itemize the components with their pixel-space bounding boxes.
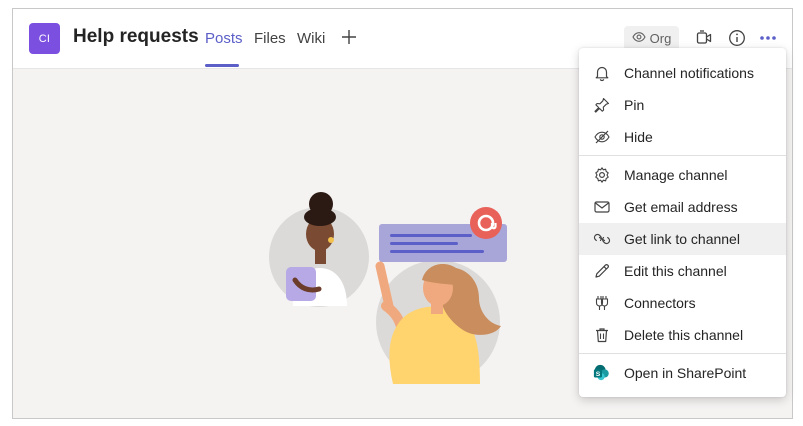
menu-item-open-in-sharepoint[interactable]: S Open in SharePoint <box>579 357 786 389</box>
pin-icon <box>593 96 611 114</box>
menu-item-hide[interactable]: Hide <box>579 121 786 153</box>
menu-item-get-email-address[interactable]: Get email address <box>579 191 786 223</box>
svg-text:S: S <box>596 371 601 378</box>
video-call-icon[interactable] <box>694 28 714 48</box>
link-icon <box>593 230 611 248</box>
menu-item-label: Connectors <box>624 295 696 311</box>
menu-item-connectors[interactable]: Connectors <box>579 287 786 319</box>
channel-options-menu: Channel notifications Pin Hide Manage ch… <box>579 48 786 397</box>
tab-posts[interactable]: Posts <box>205 30 243 47</box>
menu-item-label: Get link to channel <box>624 231 740 247</box>
menu-item-channel-notifications[interactable]: Channel notifications <box>579 57 786 89</box>
menu-item-get-link-to-channel[interactable]: Get link to channel <box>579 223 786 255</box>
plus-icon[interactable] <box>339 27 359 47</box>
channel-title: Help requests <box>73 26 199 47</box>
team-avatar[interactable]: CI <box>29 23 60 54</box>
sharepoint-icon: S <box>593 364 611 382</box>
menu-item-pin[interactable]: Pin <box>579 89 786 121</box>
gear-icon <box>593 166 611 184</box>
menu-divider <box>579 155 786 156</box>
menu-item-label: Manage channel <box>624 167 728 183</box>
tab-files[interactable]: Files <box>254 30 286 47</box>
menu-item-edit-this-channel[interactable]: Edit this channel <box>579 255 786 287</box>
menu-item-label: Get email address <box>624 199 738 215</box>
info-icon[interactable] <box>727 28 747 48</box>
pencil-icon <box>593 262 611 280</box>
more-options-icon[interactable] <box>758 28 778 48</box>
tab-wiki[interactable]: Wiki <box>297 30 325 47</box>
menu-item-label: Pin <box>624 97 645 113</box>
active-tab-indicator <box>205 64 239 67</box>
menu-item-manage-channel[interactable]: Manage channel <box>579 159 786 191</box>
menu-item-label: Delete this channel <box>624 327 744 343</box>
menu-item-label: Channel notifications <box>624 65 754 81</box>
empty-channel-illustration <box>269 192 507 384</box>
menu-item-label: Open in SharePoint <box>624 365 747 381</box>
team-initials: CI <box>38 32 51 45</box>
menu-item-label: Hide <box>624 129 653 145</box>
menu-item-delete-this-channel[interactable]: Delete this channel <box>579 319 786 351</box>
connectors-icon <box>593 294 611 312</box>
org-label: Org <box>649 31 672 46</box>
eye-icon <box>632 30 646 47</box>
trash-icon <box>593 326 611 344</box>
bell-icon <box>593 64 611 82</box>
mail-icon <box>593 198 611 216</box>
menu-divider <box>579 353 786 354</box>
hide-icon <box>593 128 611 146</box>
menu-item-label: Edit this channel <box>624 263 727 279</box>
